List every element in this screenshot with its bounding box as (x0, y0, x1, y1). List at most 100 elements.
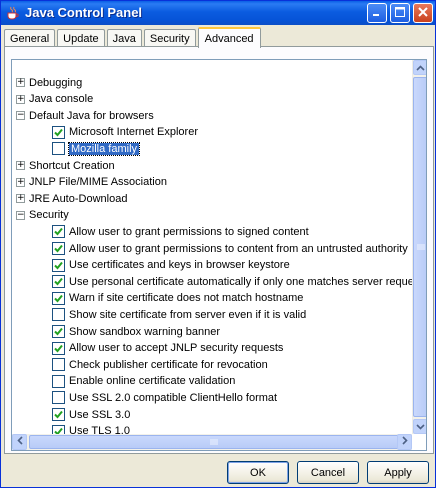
java-control-panel-window: Java Control Panel General Update Java S… (0, 0, 436, 488)
tree-item-label: Use SSL 2.0 compatible ClientHello forma… (69, 391, 278, 404)
expand-icon[interactable]: + (16, 94, 25, 104)
tree-item-label: Use SSL 3.0 (69, 408, 131, 421)
tree-option-use-personal-certificate-automatically-if-only-one-matches-server-reques[interactable]: Use personal certificate automatically i… (52, 273, 412, 290)
checkbox-unchecked[interactable] (52, 142, 65, 156)
tab-label: Update (63, 32, 99, 45)
checkbox-checked[interactable] (52, 275, 65, 289)
apply-button[interactable]: Apply (367, 461, 429, 484)
tree-item-label: Debugging (29, 76, 83, 89)
scroll-right-button[interactable] (397, 434, 412, 450)
title-bar[interactable]: Java Control Panel (1, 1, 435, 25)
expand-icon[interactable]: + (16, 177, 25, 187)
checkmark-icon (54, 344, 63, 353)
horizontal-scrollbar[interactable] (12, 434, 412, 450)
scroll-left-button[interactable] (12, 434, 27, 450)
tree-item-label: Show sandbox warning banner (69, 325, 221, 338)
maximize-button[interactable] (390, 3, 410, 23)
close-icon (418, 6, 428, 20)
checkmark-icon (54, 410, 63, 419)
tab-label: Java (112, 32, 136, 45)
grip-icon (210, 439, 218, 445)
tree-item-label: JRE Auto-Download (29, 192, 128, 205)
checkmark-icon (54, 278, 63, 286)
tab-label: Advanced (204, 32, 254, 45)
checkbox-unchecked[interactable] (52, 358, 65, 372)
chevron-left-icon (16, 436, 23, 448)
checkmark-icon (54, 128, 63, 137)
collapse-icon[interactable]: − (16, 210, 25, 220)
scroll-down-button[interactable] (413, 419, 426, 434)
checkbox-checked[interactable] (52, 225, 65, 239)
tree-item-label: Allow user to grant permissions to signe… (69, 225, 309, 238)
vertical-scroll-thumb[interactable] (413, 77, 426, 417)
scroll-up-button[interactable] (413, 60, 426, 75)
tab-general[interactable]: General (4, 29, 56, 47)
tree-option-mozilla-family[interactable]: Mozilla family (52, 140, 141, 157)
checkbox-unchecked[interactable] (52, 391, 65, 405)
vertical-scrollbar[interactable] (412, 60, 426, 434)
tree-item-label: Java console (29, 93, 94, 106)
settings-tree-view: + Debugging + Java console − Default Java for… (11, 59, 427, 451)
minimize-icon (372, 7, 382, 20)
tree-group-default-java-for-browsers[interactable]: − Default Java for browsers (16, 107, 154, 124)
tree-item-label: Microsoft Internet Explorer (69, 126, 198, 139)
checkbox-checked[interactable] (52, 408, 65, 421)
tree-item-label: Default Java for browsers (29, 109, 154, 122)
checkbox-checked[interactable] (52, 325, 65, 338)
checkbox-checked[interactable] (52, 242, 65, 255)
tree-group-debugging[interactable]: + Debugging (16, 74, 82, 91)
close-button[interactable] (413, 3, 433, 23)
tree-item-label: Use TLS 1.0 (69, 425, 130, 434)
tab-label: General (10, 32, 50, 45)
collapse-icon[interactable]: − (16, 111, 25, 121)
tree-option-allow-user-to-grant-permissions-to-signed-content[interactable]: Allow user to grant permissions to signe… (52, 223, 309, 240)
tree-item-label: Warn if site certificate does not match … (69, 292, 304, 305)
ok-label: OK (250, 466, 266, 479)
tree-option-show-site-certificate-from-server-even-if-it-is-valid[interactable]: Show site certificate from server even i… (52, 306, 306, 323)
tree-group-jre-auto-download[interactable]: + JRE Auto-Download (16, 190, 127, 207)
tree-item-label: Use personal certificate automatically i… (69, 275, 412, 288)
java-cup-icon (5, 5, 21, 21)
tree-option-allow-user-to-accept-jnlp-security-requests[interactable]: Allow user to accept JNLP security reque… (52, 340, 283, 357)
tree-item-label: Enable online certificate validation (69, 375, 236, 388)
checkmark-icon (54, 261, 63, 270)
tree-item-label: Allow user to grant permissions to conte… (69, 242, 408, 255)
chevron-up-icon (416, 62, 425, 74)
window-title: Java Control Panel (25, 5, 143, 20)
horizontal-scroll-thumb[interactable] (29, 435, 399, 449)
tab-java[interactable]: Java (106, 29, 142, 47)
checkbox-unchecked[interactable] (52, 308, 65, 322)
tree-item-label: Mozilla family (67, 141, 141, 156)
tab-security[interactable]: Security (143, 29, 196, 47)
checkbox-checked[interactable] (52, 341, 65, 355)
tree-option-warn-if-site-certificate-does-not-match-hostname[interactable]: Warn if site certificate does not match … (52, 290, 303, 307)
checkbox-checked[interactable] (52, 125, 65, 139)
tab-update[interactable]: Update (57, 29, 105, 47)
tree-option-check-publisher-certificate-for-revocation[interactable]: Check publisher certificate for revocati… (52, 356, 268, 373)
checkbox-checked[interactable] (52, 258, 65, 272)
expand-icon[interactable]: + (16, 194, 25, 204)
tree-group-shortcut-creation[interactable]: + Shortcut Creation (16, 157, 115, 174)
tree-option-show-sandbox-warning-banner[interactable]: Show sandbox warning banner (52, 323, 220, 340)
ok-button[interactable]: OK (227, 461, 289, 484)
tree-option-use-certificates-and-keys-in-browser-keystore[interactable]: Use certificates and keys in browser key… (52, 257, 290, 274)
tree-option-use-tls-1-0[interactable]: Use TLS 1.0 (52, 423, 130, 434)
checkbox-checked[interactable] (52, 291, 65, 305)
minimize-button[interactable] (367, 3, 387, 23)
tree-option-use-ssl-2-0-compatible-clienthello-format[interactable]: Use SSL 2.0 compatible ClientHello forma… (52, 389, 277, 406)
tree-option-use-ssl-3-0[interactable]: Use SSL 3.0 (52, 406, 130, 423)
expand-icon[interactable]: + (16, 78, 25, 87)
tree-group-jnlp-file-mime-association[interactable]: + JNLP File/MIME Association (16, 174, 167, 191)
tree-option-allow-user-to-grant-permissions-to-content-from-an-untrusted-authority[interactable]: Allow user to grant permissions to conte… (52, 240, 408, 257)
chevron-right-icon (401, 436, 408, 448)
tab-advanced[interactable]: Advanced (197, 27, 261, 48)
checkbox-checked[interactable] (52, 424, 65, 434)
tree-option-microsoft-internet-explorer[interactable]: Microsoft Internet Explorer (52, 124, 198, 141)
expand-icon[interactable]: + (16, 161, 25, 170)
checkmark-icon (54, 244, 63, 253)
checkbox-unchecked[interactable] (52, 374, 65, 388)
cancel-button[interactable]: Cancel (297, 461, 359, 484)
tree-group-security[interactable]: − Security (16, 207, 69, 224)
tree-group-java-console[interactable]: + Java console (16, 91, 93, 108)
tree-option-enable-online-certificate-validation[interactable]: Enable online certificate validation (52, 373, 235, 390)
